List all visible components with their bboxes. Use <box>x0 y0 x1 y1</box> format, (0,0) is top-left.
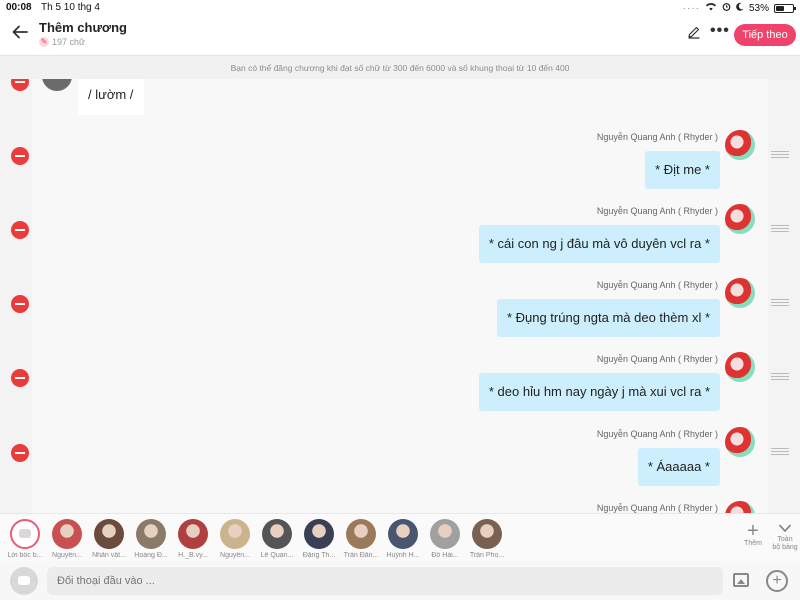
word-count-label: 197 chữ <box>52 37 86 47</box>
next-button[interactable]: Tiếp theo <box>734 24 796 46</box>
character-avatar <box>136 519 166 549</box>
word-limit-notice: Bạn có thể đăng chương khi đạt số chữ từ… <box>0 55 800 79</box>
drag-handle[interactable] <box>771 448 789 455</box>
remove-message-button[interactable] <box>11 147 29 165</box>
word-count: ✎ 197 chữ <box>39 37 85 47</box>
character-bar: Lời bốc b... Nguyễn... Nhân vật... Hoàng Đ.… <box>0 513 800 561</box>
alarm-icon <box>722 2 731 14</box>
character-item[interactable]: Nhân vật... <box>90 519 128 559</box>
character-avatar <box>304 519 334 549</box>
avatar <box>725 130 755 160</box>
battery-icon <box>774 3 796 13</box>
character-name: Đặng Th... <box>302 552 336 559</box>
message-bubble[interactable]: * Đụng trúng ngta mà deo thèm xl * <box>496 299 720 337</box>
avatar <box>725 278 755 308</box>
character-item[interactable]: Đỗ Hải... <box>426 519 464 559</box>
character-item[interactable]: Nguyễn... <box>216 519 254 559</box>
character-item[interactable]: Lê Quan... <box>258 519 296 559</box>
character-avatar <box>94 519 124 549</box>
avatar <box>725 352 755 382</box>
character-name: Huỳnh H... <box>386 552 420 559</box>
avatar <box>725 427 755 457</box>
character-item[interactable]: Hoàng Đ... <box>132 519 170 559</box>
character-item[interactable]: Nguyễn... <box>48 519 86 559</box>
sender-name: Nguyễn Quang Anh ( Rhyder ) <box>596 503 718 513</box>
remove-message-button[interactable] <box>11 221 29 239</box>
back-arrow-icon[interactable] <box>10 22 32 44</box>
message-bubble[interactable]: * cái con ng j đâu mà vô duyên vcl ra * <box>478 225 720 263</box>
character-avatar <box>430 519 460 549</box>
add-circle-icon[interactable]: + <box>766 570 788 592</box>
character-avatar <box>262 519 292 549</box>
moon-icon <box>736 2 744 14</box>
message-bubble-left[interactable]: / lườm / <box>78 79 144 115</box>
status-bar: 00:08 Th 5 10 thg 4 ···· 53% <box>0 0 800 16</box>
drag-handle[interactable] <box>771 225 789 232</box>
page-title: Thêm chương <box>39 20 127 35</box>
character-item-narrator[interactable]: Lời bốc b... <box>6 519 44 559</box>
character-item[interactable]: Trần Đăn... <box>342 519 380 559</box>
character-avatar <box>220 519 250 549</box>
remove-message-button[interactable] <box>11 295 29 313</box>
message-bubble[interactable]: * Áaaaaa * <box>637 448 720 486</box>
status-dots: ···· <box>682 2 700 14</box>
collapse-label-line1: Toàn <box>777 536 793 543</box>
plus-icon: + <box>747 520 759 542</box>
more-options-button[interactable]: ••• <box>710 22 730 40</box>
character-name: Hoàng Đ... <box>134 552 168 559</box>
character-item[interactable]: Trần Pho... <box>468 519 506 559</box>
edit-icon[interactable] <box>687 25 701 42</box>
image-icon[interactable] <box>733 573 749 587</box>
battery-percent: 53% <box>748 2 769 14</box>
character-avatar <box>10 519 40 549</box>
collapse-label-line2: bộ bảng <box>772 544 798 551</box>
chevron-down-icon <box>772 520 798 536</box>
character-avatar <box>388 519 418 549</box>
message-bubble[interactable]: * deo hỉu hm nay ngày j mà xui vcl ra * <box>478 373 720 411</box>
status-time: 00:08 <box>6 2 32 13</box>
sender-name: Nguyễn Quang Anh ( Rhyder ) <box>596 206 718 216</box>
top-bar: Thêm chương ✎ 197 chữ ••• Tiếp theo <box>0 16 800 54</box>
character-avatar <box>346 519 376 549</box>
narration-toggle-button[interactable] <box>10 567 38 595</box>
remove-message-button[interactable] <box>11 444 29 462</box>
drag-handle[interactable] <box>771 151 789 158</box>
character-name: Trần Đăn... <box>343 552 379 559</box>
pencil-icon: ✎ <box>39 37 49 47</box>
status-right: ···· 53% <box>682 2 796 14</box>
drag-handle[interactable] <box>771 373 789 380</box>
character-item[interactable]: Huỳnh H... <box>384 519 422 559</box>
character-name: Nguyễn... <box>220 552 250 559</box>
collapse-panel-button[interactable]: Toàn bộ bảng <box>772 520 798 552</box>
character-avatar <box>472 519 502 549</box>
dialogue-input[interactable] <box>47 567 723 595</box>
add-character-label: Thêm <box>744 540 762 547</box>
character-name: Nguyễn... <box>52 552 82 559</box>
add-character-button[interactable]: + Thêm <box>740 520 766 547</box>
character-name: Nhân vật... <box>92 552 126 559</box>
sender-name: Nguyễn Quang Anh ( Rhyder ) <box>596 280 718 290</box>
sender-name: Nguyễn Quang Anh ( Rhyder ) <box>596 429 718 439</box>
drag-handle[interactable] <box>771 299 789 306</box>
wifi-icon <box>705 2 717 14</box>
chat-area[interactable]: / lườm / Nguyễn Quang Anh ( Rhyder ) * Đ… <box>0 79 800 513</box>
sender-name: Nguyễn Quang Anh ( Rhyder ) <box>596 132 718 142</box>
character-name: Lê Quan... <box>260 552 294 559</box>
avatar <box>725 204 755 234</box>
input-bar: + <box>0 561 800 600</box>
character-name: Lời bốc b... <box>7 552 43 559</box>
character-avatar <box>52 519 82 549</box>
character-avatar <box>178 519 208 549</box>
remove-message-button[interactable] <box>11 369 29 387</box>
character-item[interactable]: Đặng Th... <box>300 519 338 559</box>
status-date: Th 5 10 thg 4 <box>41 2 100 13</box>
remove-message-button[interactable] <box>11 79 29 91</box>
character-item[interactable]: H._B.vy... <box>174 519 212 559</box>
message-bubble[interactable]: * Địt me * <box>645 151 720 189</box>
sender-name: Nguyễn Quang Anh ( Rhyder ) <box>596 354 718 364</box>
character-name: Trần Pho... <box>469 552 505 559</box>
character-name: H._B.vy... <box>178 552 208 559</box>
character-name: Đỗ Hải... <box>431 552 459 559</box>
